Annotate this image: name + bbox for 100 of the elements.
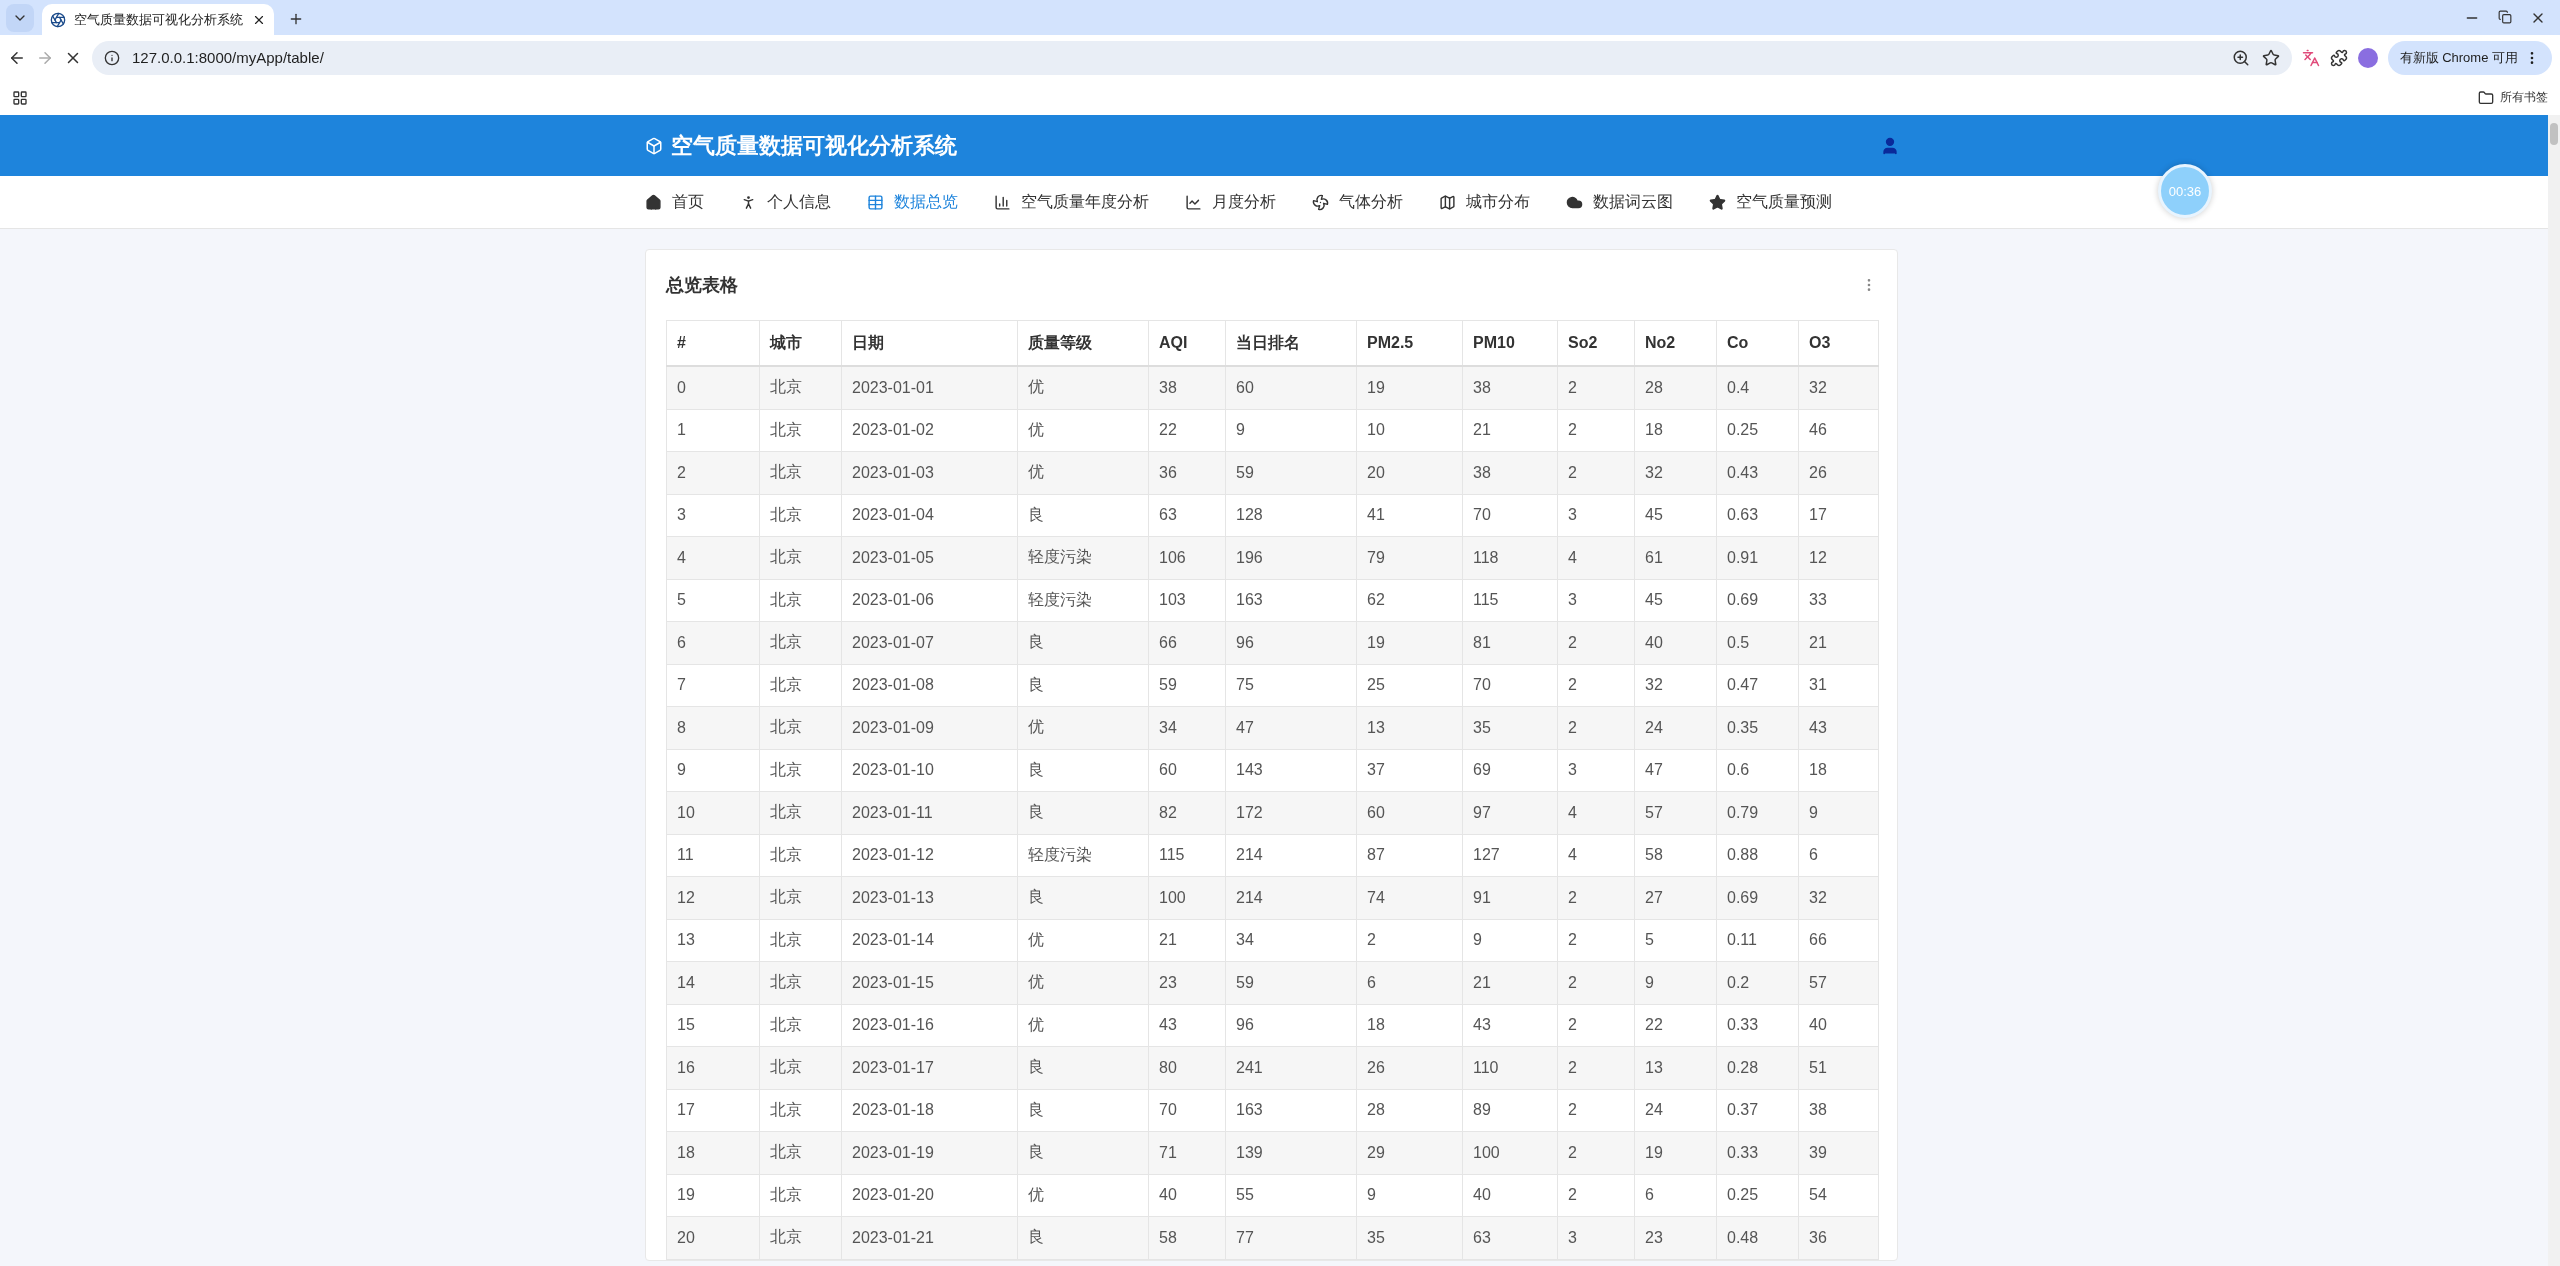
map-icon	[1439, 193, 1456, 211]
table-cell: 18	[1634, 409, 1717, 452]
table-cell: 2023-01-15	[841, 961, 1018, 1004]
table-cell: 10	[666, 791, 760, 834]
table-cell: 良	[1017, 664, 1149, 707]
table-cell: 北京	[759, 1089, 842, 1132]
info-icon[interactable]	[104, 49, 120, 66]
table-cell: 北京	[759, 579, 842, 622]
table-cell: 58	[1148, 1216, 1226, 1259]
table-cell: 2023-01-21	[841, 1216, 1018, 1259]
table-cell: 2023-01-07	[841, 621, 1018, 664]
table-cell: 北京	[759, 451, 842, 494]
table-cell: 2	[1557, 366, 1635, 409]
restore-icon[interactable]	[2498, 9, 2512, 24]
plus-icon	[288, 11, 304, 27]
nav-link[interactable]: 空气质量预测	[1709, 191, 1832, 213]
table-cell: 28	[1356, 1089, 1463, 1132]
table-cell: 0.5	[1716, 621, 1799, 664]
table-cell: 0.63	[1716, 494, 1799, 537]
user-icon[interactable]	[1880, 135, 1900, 156]
table-cell: 1	[666, 409, 760, 452]
table-cell: 89	[1462, 1089, 1558, 1132]
table-cell: 21	[1462, 961, 1558, 1004]
table-cell: 24	[1634, 706, 1717, 749]
table-cell: 66	[1148, 621, 1226, 664]
table-cell: 70	[1462, 494, 1558, 537]
table-cell: 良	[1017, 791, 1149, 834]
table-cell: 2	[1557, 664, 1635, 707]
table-cell: 10	[1356, 409, 1463, 452]
table-cell: 12	[666, 876, 760, 919]
table-cell: 21	[1148, 919, 1226, 962]
address-bar[interactable]: 127.0.0.1:8000/myApp/table/	[92, 40, 2292, 75]
extensions-icon[interactable]	[2329, 48, 2348, 67]
browser-tab[interactable]: 空气质量数据可视化分析系统	[42, 4, 274, 35]
table-cell: 41	[1356, 494, 1463, 537]
tab-list-button[interactable]	[6, 4, 34, 32]
table-cell: 0.33	[1716, 1131, 1799, 1174]
table-cell: 优	[1017, 1174, 1149, 1217]
zoom-icon[interactable]	[2231, 48, 2250, 67]
nav-link[interactable]: 数据总览	[867, 191, 958, 213]
table-cell: 7	[666, 664, 760, 707]
table-cell: 2023-01-03	[841, 451, 1018, 494]
table-cell: 26	[1798, 451, 1879, 494]
table-cell: 0	[666, 366, 760, 409]
table-cell: 12	[1798, 536, 1879, 579]
table-cell: 北京	[759, 791, 842, 834]
table-cell: 96	[1225, 621, 1357, 664]
table-cell: 106	[1148, 536, 1226, 579]
table-cell: 0.25	[1716, 409, 1799, 452]
table-cell: 60	[1356, 791, 1463, 834]
folder-icon[interactable]	[2478, 89, 2494, 106]
cube-icon	[645, 136, 663, 155]
nav-link[interactable]: 月度分析	[1185, 191, 1276, 213]
nav-link[interactable]: 空气质量年度分析	[994, 191, 1149, 213]
table-cell: 17	[1798, 494, 1879, 537]
table-cell: 轻度污染	[1017, 579, 1149, 622]
table-cell: 23	[1148, 961, 1226, 1004]
table-cell: 北京	[759, 1131, 842, 1174]
table-cell: 2023-01-11	[841, 791, 1018, 834]
table-cell: 3	[1557, 1216, 1635, 1259]
star-icon[interactable]	[2261, 48, 2280, 67]
table-cell: 良	[1017, 749, 1149, 792]
table-cell: 2023-01-20	[841, 1174, 1018, 1217]
table-cell: 2	[1557, 1089, 1635, 1132]
nav-link[interactable]: 气体分析	[1312, 191, 1403, 213]
table-cell: 58	[1634, 834, 1717, 877]
table-cell: 良	[1017, 1046, 1149, 1089]
table-cell: 96	[1225, 1004, 1357, 1047]
nav-link[interactable]: 城市分布	[1439, 191, 1530, 213]
table-cell: 优	[1017, 1004, 1149, 1047]
table-cell: 100	[1148, 876, 1226, 919]
table-cell: 0.47	[1716, 664, 1799, 707]
table-cell: 3	[666, 494, 760, 537]
table-cell: 9	[1798, 791, 1879, 834]
table-cell: 0.28	[1716, 1046, 1799, 1089]
table-cell: 163	[1225, 579, 1357, 622]
table-cell: 北京	[759, 409, 842, 452]
table-cell: 北京	[759, 876, 842, 919]
translate-icon[interactable]	[2301, 48, 2320, 67]
table-cell: 北京	[759, 1174, 842, 1217]
scrollbar[interactable]	[2548, 115, 2560, 1266]
update-button[interactable]: 有新版 Chrome 可用	[2387, 40, 2552, 75]
table-cell: 59	[1148, 664, 1226, 707]
apps-icon[interactable]	[12, 89, 28, 106]
table-cell: 北京	[759, 621, 842, 664]
table-cell: 2	[1557, 961, 1635, 1004]
table-cell: 6	[666, 621, 760, 664]
table-cell: 良	[1017, 876, 1149, 919]
table-cell: 良	[1017, 494, 1149, 537]
profile-avatar[interactable]	[2357, 47, 2378, 68]
table-cell: 241	[1225, 1046, 1357, 1089]
nav-link[interactable]: 数据词云图	[1566, 191, 1673, 213]
nav-link[interactable]: 个人信息	[740, 191, 831, 213]
table-cell: 128	[1225, 494, 1357, 537]
table-cell: 2	[1557, 451, 1635, 494]
table-cell: 5	[1634, 919, 1717, 962]
table-cell: 43	[1148, 1004, 1226, 1047]
nav-link[interactable]: 首页	[645, 191, 704, 213]
bookmarks-label[interactable]: 所有书签	[2500, 89, 2548, 106]
table-cell: 优	[1017, 451, 1149, 494]
